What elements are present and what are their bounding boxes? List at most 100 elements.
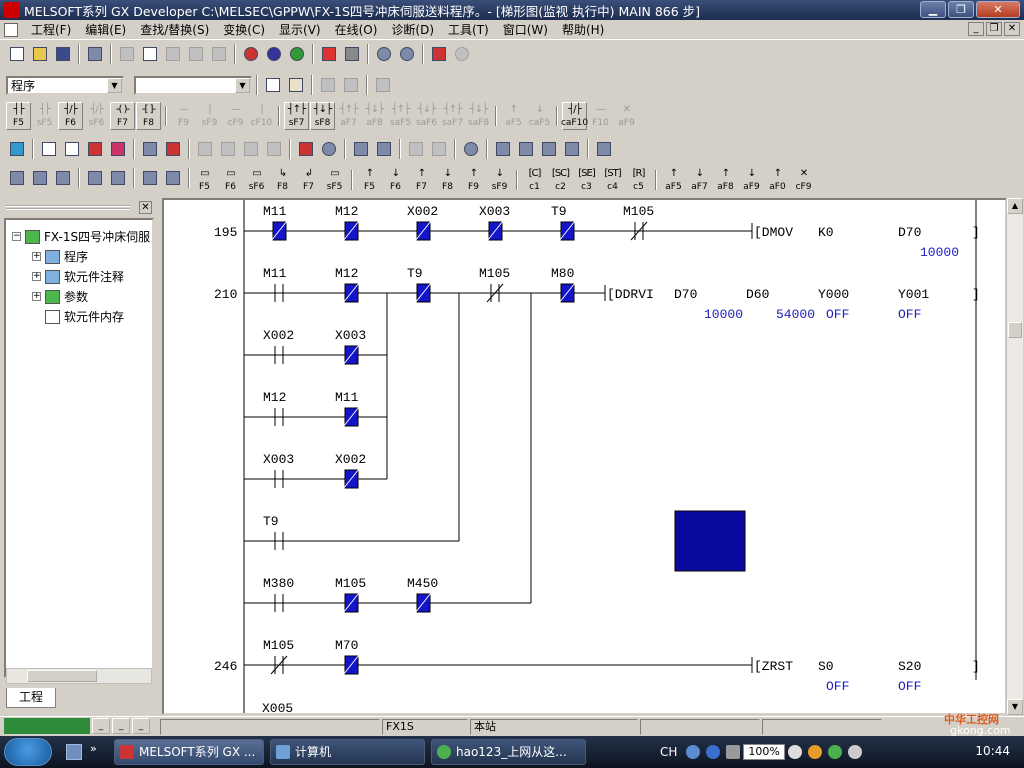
volume-icon[interactable] — [847, 745, 862, 759]
menu-find-replace[interactable]: 查找/替换(S) — [133, 21, 216, 38]
key-caf10-button[interactable]: ┤/├ caF10 — [561, 102, 588, 130]
key-c5-button[interactable]: [R] c5 — [626, 166, 651, 194]
timing-edit-icon[interactable] — [538, 138, 560, 160]
trace-icon[interactable] — [350, 138, 372, 160]
new-icon[interactable] — [6, 43, 28, 65]
window-tile-icon[interactable] — [593, 138, 615, 160]
timing-icon[interactable] — [492, 138, 514, 160]
menu-window[interactable]: 窗口(W) — [496, 21, 555, 38]
tree-root[interactable]: − FX-1S四号冲床伺服 — [12, 228, 150, 245]
status-mini-button[interactable]: _ — [112, 718, 130, 734]
menu-view[interactable]: 显示(V) — [272, 21, 328, 38]
diagnose-icon[interactable] — [460, 138, 482, 160]
key-af8-button[interactable]: ↑ aF8 — [713, 166, 738, 194]
key-sf7-button[interactable]: ┤↑├ sF7 — [284, 102, 309, 130]
network-status-icon[interactable] — [827, 745, 842, 759]
key-c1-button[interactable]: [C] c1 — [522, 166, 547, 194]
maximize-button[interactable]: ❐ — [948, 1, 974, 18]
key-f6-button[interactable]: ↓ F6 — [383, 166, 408, 194]
collapse-icon[interactable]: − — [12, 232, 21, 241]
ladder-print-icon[interactable] — [29, 167, 51, 189]
key-c2-button[interactable]: [SC] c2 — [548, 166, 573, 194]
timing-all-icon[interactable] — [515, 138, 537, 160]
security-icon[interactable] — [807, 745, 822, 759]
sfc-icon[interactable] — [194, 138, 216, 160]
key-f8-button[interactable]: ↓ F8 — [435, 166, 460, 194]
tab-project[interactable]: 工程 — [6, 688, 56, 708]
zoom-indicator[interactable]: 100% — [743, 744, 785, 760]
key-af7-button[interactable]: ↓ aF7 — [687, 166, 712, 194]
contact-x003[interactable] — [342, 344, 360, 366]
clock[interactable]: 10:44 — [975, 744, 1010, 758]
show-desktop-icon[interactable] — [66, 744, 82, 760]
task-gx-developer[interactable]: MELSOFT系列 GX ... — [114, 739, 264, 765]
key-sf6-button[interactable]: ┤/├ sF6 — [84, 102, 109, 130]
key-f9-button[interactable]: ↑ F9 — [461, 166, 486, 194]
paste-icon[interactable] — [162, 43, 184, 65]
key-cf9-button[interactable]: ✕ cF9 — [791, 166, 816, 194]
zoom-in-icon[interactable] — [373, 43, 395, 65]
device-test-icon[interactable] — [107, 138, 129, 160]
key-c3-button[interactable]: [SE] c3 — [574, 166, 599, 194]
contact-t9[interactable] — [558, 220, 576, 242]
zoom-out-icon[interactable] — [396, 43, 418, 65]
reset-device-icon[interactable] — [428, 138, 450, 160]
key-f5-button[interactable]: ▭ F5 — [192, 166, 217, 194]
key-f8-button[interactable]: ↳ F8 — [270, 166, 295, 194]
sfc-edit-icon[interactable] — [84, 167, 106, 189]
contact-m12[interactable] — [342, 220, 360, 242]
contact-t9[interactable] — [414, 282, 432, 304]
key-af7-button[interactable]: ┤↑├ aF7 — [336, 102, 361, 130]
task-browser[interactable]: hao123_上网从这... — [431, 739, 586, 765]
find-device-icon[interactable] — [240, 43, 262, 65]
sfc-step-icon[interactable] — [217, 138, 239, 160]
status-mini-button[interactable]: _ — [132, 718, 150, 734]
tree-item-device-memory[interactable]: 软元件内存 — [45, 308, 124, 325]
key-sf5-button[interactable]: ┤├ sF5 — [32, 102, 57, 130]
mdi-minimize-button[interactable]: _ — [968, 22, 984, 36]
panel-grip[interactable] — [6, 205, 130, 210]
chevron-right-icon[interactable]: » — [90, 742, 97, 755]
panel-close-icon[interactable]: ✕ — [139, 201, 152, 214]
expand-icon[interactable]: + — [32, 252, 41, 261]
grid-icon[interactable] — [139, 167, 161, 189]
cut-icon[interactable] — [116, 43, 138, 65]
help-icon[interactable] — [706, 745, 721, 759]
buffer-memory-icon[interactable] — [318, 138, 340, 160]
stop-monitor-icon[interactable] — [162, 138, 184, 160]
plc-status-icon[interactable] — [6, 138, 28, 160]
ladder-monitor-all-icon[interactable] — [61, 138, 83, 160]
tree-item-program[interactable]: + 程序 — [32, 248, 88, 265]
key-f7-button[interactable]: -( )- F7 — [110, 102, 135, 130]
key-f5-button[interactable]: ↑ F5 — [357, 166, 382, 194]
ladder-window-icon[interactable] — [6, 167, 28, 189]
register-icon[interactable] — [372, 74, 394, 96]
contact-m80[interactable] — [558, 282, 576, 304]
menu-convert[interactable]: 变换(C) — [216, 21, 272, 38]
key-sf5-button[interactable]: ▭ sF5 — [322, 166, 347, 194]
comment-icon[interactable] — [340, 74, 362, 96]
language-icon[interactable] — [686, 745, 701, 759]
write-plc-icon[interactable] — [318, 43, 340, 65]
key-f5-button[interactable]: ┤├ F5 — [6, 102, 31, 130]
mdi-restore-button[interactable]: ❐ — [986, 22, 1002, 36]
chevron-down-icon[interactable]: ▼ — [235, 77, 250, 93]
input-icon[interactable] — [787, 745, 802, 759]
sfc-monitor-icon[interactable] — [107, 167, 129, 189]
expand-icon[interactable]: + — [32, 272, 41, 281]
minimize-button[interactable]: ▁ — [920, 1, 946, 18]
key-cf9-button[interactable]: — cF9 — [223, 102, 248, 130]
key-sf9-button[interactable]: | sF9 — [197, 102, 222, 130]
scroll-thumb[interactable] — [1008, 322, 1022, 338]
key-saf7-button[interactable]: ┤↑├ saF7 — [440, 102, 465, 130]
document-icon[interactable] — [4, 22, 18, 37]
key-cf10-button[interactable]: | cF10 — [249, 102, 274, 130]
contact-m70[interactable] — [342, 654, 360, 676]
key-af5-button[interactable]: ↑ aF5 — [661, 166, 686, 194]
key-f7-button[interactable]: ↑ F7 — [409, 166, 434, 194]
key-caf5-button[interactable]: ↓ caF5 — [527, 102, 552, 130]
print-icon[interactable] — [84, 43, 106, 65]
redo-icon[interactable] — [208, 43, 230, 65]
key-saf8-button[interactable]: ┤↓├ saF8 — [466, 102, 491, 130]
sampling-icon[interactable] — [373, 138, 395, 160]
